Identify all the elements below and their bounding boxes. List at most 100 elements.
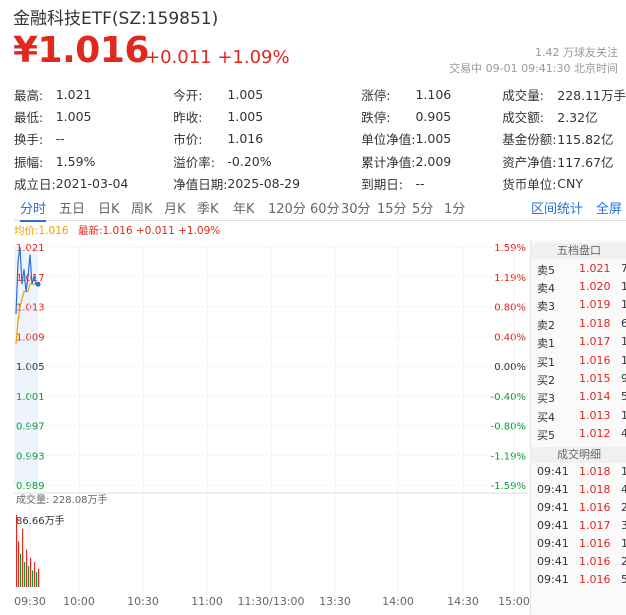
x-tick: 15:00 [498,595,530,608]
ask-row: 卖1 1.017 1 [531,335,626,353]
tab-12[interactable]: 1分 [444,198,465,217]
volume-label: 成交量: 228.08万手 [16,493,108,506]
trade-row: 09:41 1.017 3 [531,519,626,537]
bid-row: 买5 1.012 4 [531,427,626,445]
stat-value: 1.016 [227,131,264,147]
tab-5[interactable]: 季K [197,198,219,217]
stat-value: 1.005 [55,108,92,124]
range-stats-link[interactable]: 区间统计 [531,198,583,217]
volume-bar [30,557,32,587]
tab-9[interactable]: 30分 [341,198,371,217]
stat-value: 0.905 [415,108,452,124]
tab-8[interactable]: 60分 [310,198,340,217]
trade-row: 09:41 1.016 2 [531,555,626,573]
tab-11[interactable]: 5分 [412,198,433,217]
bid-label: 买1 [537,356,555,369]
stat-label: 成交额: [502,109,545,125]
bid-row: 买4 1.013 1 [531,409,626,427]
bid-row: 买3 1.014 5 [531,390,626,408]
trade-qty: 5 [621,573,626,586]
x-tick: 10:00 [63,595,95,608]
fullscreen-link[interactable]: 全屏 [596,198,622,217]
stat-label: 到期日: [361,176,403,192]
tab-0[interactable]: 分时 [20,198,47,222]
volume-bar [16,515,18,587]
trade-row: 09:41 1.018 4 [531,483,626,501]
x-tick: 14:00 [382,595,414,608]
ask-price: 1.019 [579,298,611,312]
volume-bar [20,553,22,587]
stat-value: 1.106 [415,86,452,102]
trade-time: 09:41 [537,573,569,586]
stat-label: 今开: [173,87,203,103]
y-tick-right: -0.40% [491,392,526,403]
bid-label: 买3 [537,392,555,406]
stat-label: 市价: [173,132,203,148]
follower-count: 1.42 万球友关注 [535,46,618,59]
bid-label: 买2 [537,374,555,388]
tab-4[interactable]: 月K [164,198,186,217]
ask-label: 卖3 [537,300,555,314]
trade-row: 09:41 1.016 2 [531,501,626,519]
ask-label: 卖2 [537,318,555,332]
stat-label: 最高: [14,87,44,103]
bid-qty: 9 [621,372,626,386]
ask-label: 卖1 [537,336,555,350]
bid-row: 买1 1.016 13 [531,354,626,372]
stat-value: 1.005 [227,108,264,124]
stat-value: 1.021 [55,86,92,102]
y-tick-right: 0.40% [494,332,526,343]
ask-label: 卖5 [537,264,555,277]
stats-row: 最高: 1.021 今开: 1.005 涨停: 1.106 成交量: 228.11万手 [14,83,626,105]
ask-qty: 10 [621,298,626,312]
volume-bar [32,570,34,587]
trade-time: 09:41 [537,501,569,514]
trade-qty: 3 [621,519,626,532]
stat-value: -- [415,175,425,191]
trade-row: 09:41 1.016 5 [531,573,626,591]
bid-qty: 13 [621,354,626,367]
tab-3[interactable]: 周K [131,198,153,217]
trade-qty: 4 [621,483,626,496]
y-tick-right: -1.19% [491,451,526,462]
trade-price: 1.016 [579,573,611,586]
bid-label: 买4 [537,410,555,424]
stats-row: 换手: -- 市价: 1.016 单位净值: 1.005 基金份额: 115.82亿 [14,128,626,150]
stat-value: 2021-03-04 [55,175,129,191]
tab-7[interactable]: 120分 [268,198,306,217]
tab-2[interactable]: 日K [98,198,120,217]
y-tick-right: 0.00% [494,362,526,373]
volume-bar [36,572,38,587]
tab-6[interactable]: 年K [233,198,255,217]
stat-label: 基金份额: [502,132,557,148]
stat-value: 2.32亿 [557,109,598,125]
stat-value: -0.20% [227,153,272,169]
bid-row: 买2 1.015 9 [531,372,626,390]
stat-label: 最低: [14,109,44,125]
ask-price: 1.017 [579,334,611,348]
ask-row: 卖3 1.019 10 [531,298,626,316]
stat-value: 117.67亿 [557,154,614,170]
trade-time: 09:41 [537,483,569,496]
volume-bar [26,549,28,587]
last-price-dot [35,281,41,287]
ask-price: 1.020 [579,280,611,294]
stats-row: 最低: 1.005 昨收: 1.005 跌停: 0.905 成交额: 2.32亿 [14,105,626,127]
bid-price: 1.013 [579,408,611,422]
bid-price: 1.012 [579,426,611,440]
trade-status: 交易中 09-01 09:41:30 北京时间 [449,62,618,75]
intraday-chart[interactable]: 1.0211.59%1.0171.19%1.0130.80%1.0090.40%… [0,235,530,615]
volume-bar [38,568,40,587]
ask-label: 卖4 [537,282,555,296]
y-tick-right: 1.19% [494,273,526,284]
ask-row: 卖2 1.018 6 [531,317,626,335]
tab-1[interactable]: 五日 [59,198,85,217]
stat-value: CNY [557,175,583,191]
stat-label: 成交量: [502,87,545,103]
volume-max-label: 86.66万手 [16,514,65,527]
tab-10[interactable]: 15分 [377,198,407,217]
trade-price: 1.018 [579,483,611,496]
chart-tabs: 分时 五日 日K 周K 月K 季K 年K 120分 60分 30分 15分 5分 1分 区间统计 全屏 [14,198,626,222]
x-tick: 11:30/13:00 [237,595,304,608]
price-change: +0.011 +1.09% [145,47,290,68]
